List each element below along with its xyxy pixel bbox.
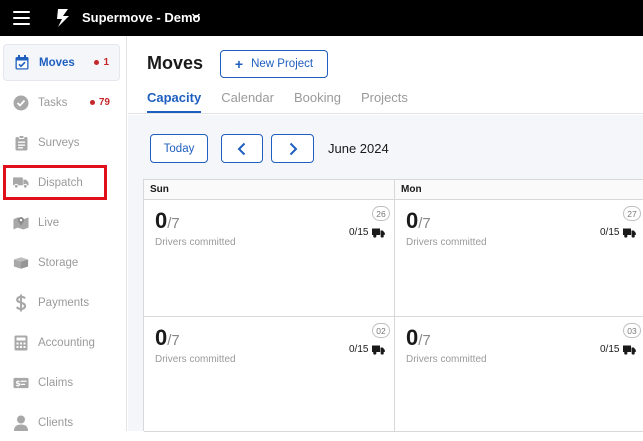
sidebar: Moves 1 Tasks 79 Surveys Dispatch Live S… — [0, 36, 127, 431]
sidebar-item-storage[interactable]: Storage — [3, 244, 120, 281]
drivers-committed-label: Drivers committed — [406, 354, 487, 365]
dollar-icon — [13, 294, 29, 311]
trucks-count: 0/15 — [600, 344, 637, 355]
chevron-down-icon[interactable] — [191, 11, 201, 21]
plus-icon: + — [234, 56, 244, 72]
chevron-right-icon — [289, 142, 297, 155]
sidebar-item-label: Moves — [39, 56, 75, 69]
drivers-committed-label: Drivers committed — [155, 354, 236, 365]
map-marker-icon — [13, 215, 29, 231]
app-title[interactable]: Supermove - Demo — [82, 10, 200, 25]
truck-icon — [13, 175, 29, 191]
calculator-icon — [13, 335, 29, 351]
menu-icon[interactable] — [13, 11, 30, 25]
tab-booking[interactable]: Booking — [294, 90, 341, 113]
sidebar-item-label: Accounting — [38, 336, 95, 349]
capacity-calendar: Sun Mon 0/7 Drivers committed 26 0/15 0/… — [143, 179, 643, 432]
month-label: June 2024 — [328, 141, 389, 156]
calendar-day-cell[interactable]: 0/7 Drivers committed 02 0/15 — [144, 317, 395, 432]
day-header-sun: Sun — [144, 180, 395, 200]
tab-capacity[interactable]: Capacity — [147, 90, 202, 113]
truck-icon — [372, 228, 386, 238]
top-bar: Supermove - Demo — [0, 0, 643, 36]
sidebar-item-clients[interactable]: Clients — [3, 404, 120, 441]
page-title: Moves — [147, 53, 204, 73]
tab-bar: Capacity Calendar Booking Projects — [147, 90, 428, 113]
sidebar-item-label: Dispatch — [38, 176, 83, 189]
drivers-committed-count: 0/7 — [406, 325, 431, 350]
calendar-check-icon — [14, 55, 30, 71]
sidebar-item-surveys[interactable]: Surveys — [3, 124, 120, 161]
money-check-icon: $ — [13, 375, 29, 391]
sidebar-item-label: Surveys — [38, 136, 80, 149]
trucks-count: 0/15 — [600, 227, 637, 238]
sidebar-item-payments[interactable]: Payments — [3, 284, 120, 321]
trucks-count: 0/15 — [349, 227, 386, 238]
sidebar-item-tasks[interactable]: Tasks 79 — [3, 84, 120, 121]
today-button[interactable]: Today — [150, 134, 208, 163]
sidebar-item-label: Tasks — [38, 96, 68, 109]
sidebar-item-label: Live — [38, 216, 60, 229]
date-number: 26 — [372, 206, 390, 221]
chevron-left-icon — [237, 142, 246, 155]
sidebar-item-dispatch[interactable]: Dispatch — [3, 164, 120, 201]
truck-icon — [623, 228, 637, 238]
drivers-committed-count: 0/7 — [155, 325, 180, 350]
sidebar-item-label: Claims — [38, 376, 74, 389]
sidebar-item-accounting[interactable]: Accounting — [3, 324, 120, 361]
sidebar-item-label: Storage — [38, 256, 79, 269]
previous-month-button[interactable] — [221, 134, 263, 163]
new-project-button[interactable]: + New Project — [220, 50, 328, 78]
sidebar-item-live[interactable]: Live — [3, 204, 120, 241]
sidebar-item-label: Clients — [38, 416, 74, 429]
day-header-mon: Mon — [395, 180, 643, 200]
date-number: 03 — [623, 323, 641, 338]
capacity-content: Today June 2024 Sun Mon 0/7 Drivers comm… — [128, 115, 643, 432]
date-number: 02 — [372, 323, 390, 338]
notification-badge: 79 — [89, 97, 110, 108]
sidebar-item-claims[interactable]: $ Claims — [3, 364, 120, 401]
drivers-committed-label: Drivers committed — [155, 237, 236, 248]
truck-icon — [623, 345, 637, 355]
sidebar-item-moves[interactable]: Moves 1 — [3, 44, 120, 81]
main-header: Moves + New Project Capacity Calendar Bo… — [128, 36, 643, 114]
next-month-button[interactable] — [271, 134, 314, 163]
supermove-logo-icon — [57, 9, 69, 27]
check-circle-icon — [13, 95, 29, 111]
tab-projects[interactable]: Projects — [361, 90, 408, 113]
drivers-committed-count: 0/7 — [406, 208, 431, 233]
box-icon — [13, 255, 29, 271]
calendar-day-cell[interactable]: 0/7 Drivers committed 26 0/15 — [144, 200, 395, 317]
user-icon — [13, 415, 29, 431]
new-project-label: New Project — [251, 58, 314, 70]
notification-badge: 1 — [94, 57, 109, 68]
svg-text:$: $ — [15, 378, 20, 387]
date-number: 27 — [623, 206, 641, 221]
trucks-count: 0/15 — [349, 344, 386, 355]
calendar-day-cell[interactable]: 0/7 Drivers committed 27 0/15 — [395, 200, 643, 317]
drivers-committed-label: Drivers committed — [406, 237, 487, 248]
truck-icon — [372, 345, 386, 355]
tab-calendar[interactable]: Calendar — [221, 90, 274, 113]
drivers-committed-count: 0/7 — [155, 208, 180, 233]
calendar-day-cell[interactable]: 0/7 Drivers committed 03 0/15 — [395, 317, 643, 432]
clipboard-icon — [13, 134, 29, 151]
sidebar-item-label: Payments — [38, 296, 90, 309]
